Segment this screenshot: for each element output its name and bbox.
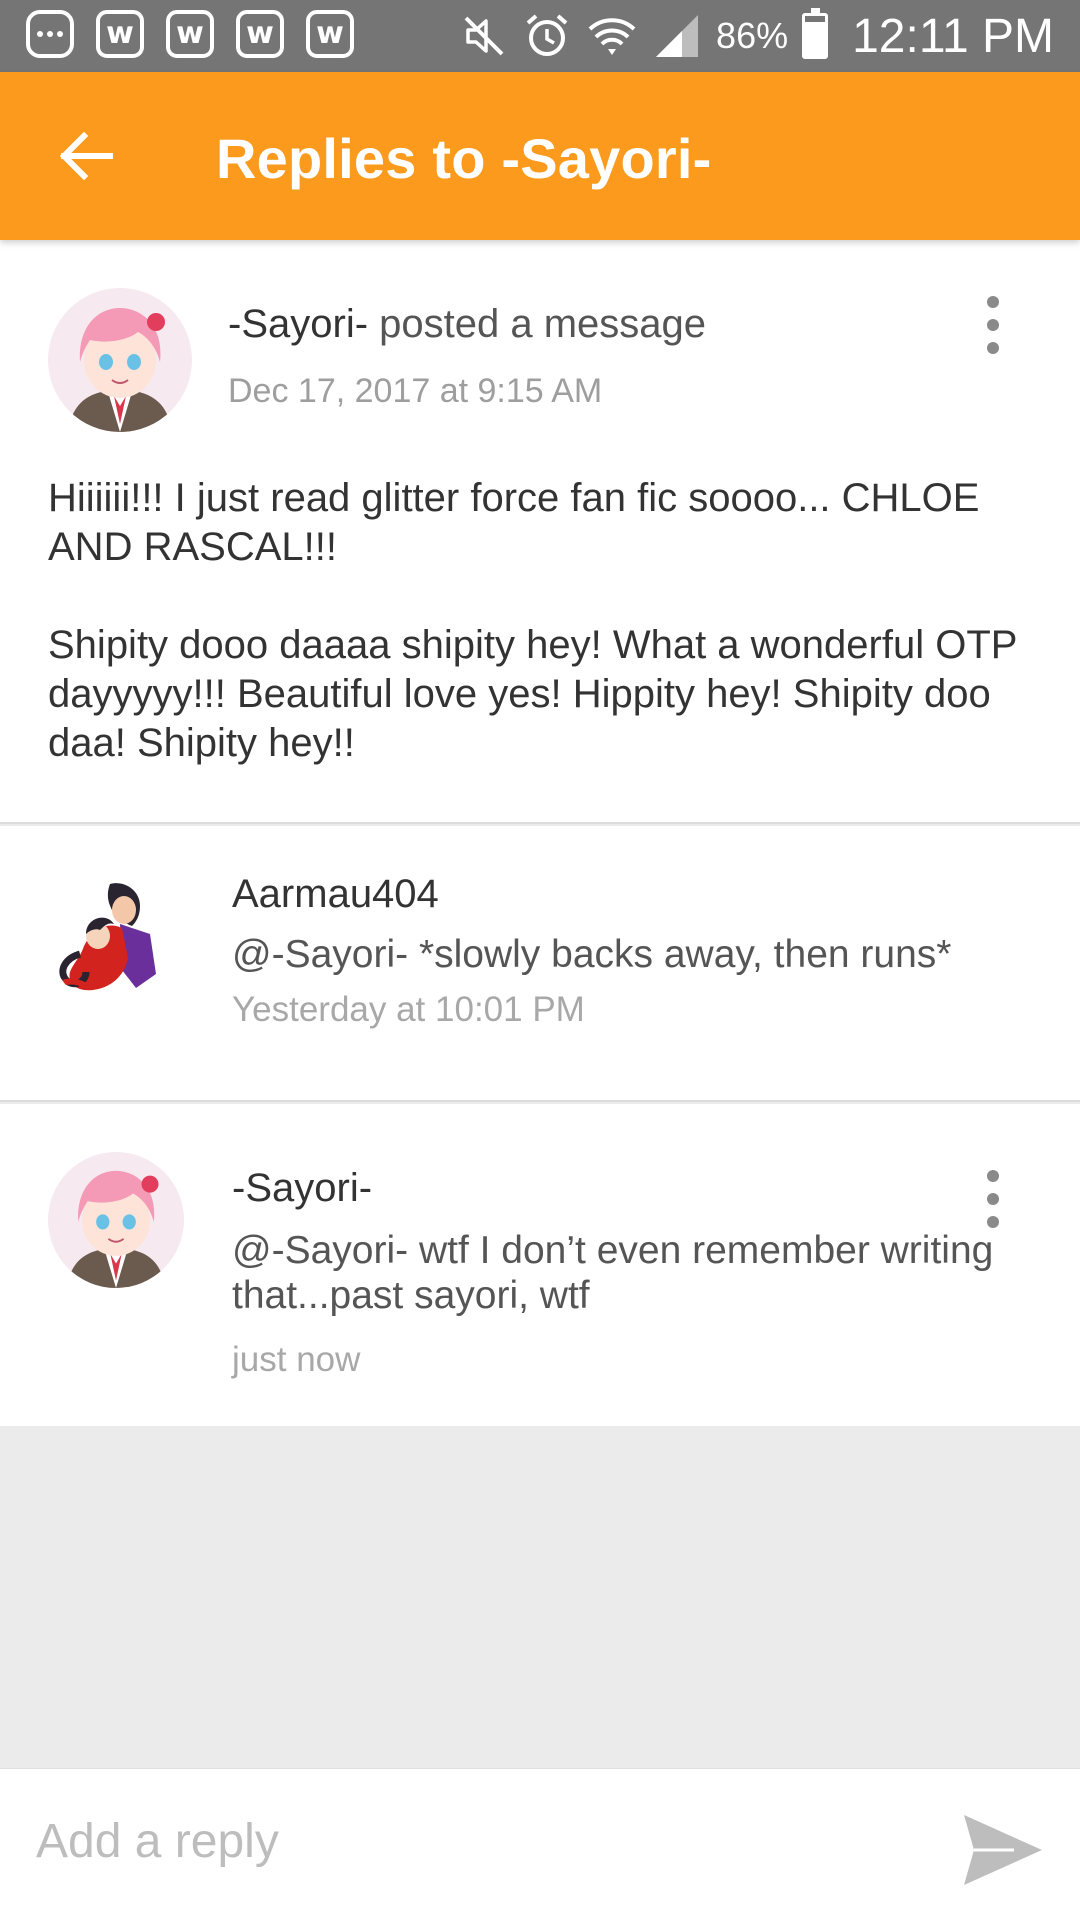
send-button[interactable] xyxy=(960,1807,1046,1893)
avatar[interactable] xyxy=(48,288,192,432)
send-icon xyxy=(964,1815,1042,1885)
more-vert-icon xyxy=(987,296,999,308)
battery-icon xyxy=(802,8,829,59)
reply-username[interactable]: -Sayori- xyxy=(232,1166,372,1211)
reply-timestamp: just now xyxy=(232,1340,361,1379)
status-right: 86% 12:11 PM xyxy=(460,6,1054,66)
post-header: -Sayori- posted a message xyxy=(228,302,706,347)
page-title: Replies to -Sayori- xyxy=(216,127,712,190)
post-paragraph: Hiiiiii!!! I just read glitter force fan… xyxy=(48,476,980,569)
battery-percent: 86% xyxy=(716,15,789,56)
reply-username[interactable]: Aarmau404 xyxy=(232,872,439,917)
webtoon-icon: w xyxy=(96,10,144,58)
post-body: Hiiiiii!!! I just read glitter force fan… xyxy=(48,474,1038,768)
avatar[interactable] xyxy=(50,876,182,1008)
post-timestamp: Dec 17, 2017 at 9:15 AM xyxy=(228,372,603,410)
reply-text: @-Sayori- wtf I don’t even remember writ… xyxy=(232,1229,994,1317)
thread: -Sayori- posted a message Dec 17, 2017 a… xyxy=(0,240,1080,1426)
avatar[interactable] xyxy=(48,1152,184,1288)
reply-input[interactable] xyxy=(36,1791,916,1891)
reply-item: Aarmau404 @-Sayori- *slowly backs away, … xyxy=(0,826,1080,1102)
post-more-options-button[interactable] xyxy=(973,290,1013,360)
signal-icon xyxy=(656,15,699,57)
reply-composer xyxy=(0,1768,1080,1920)
more-notifications-icon xyxy=(26,10,74,58)
status-bar: w w w w 86% 12:11 PM xyxy=(0,0,1080,72)
app-bar: Replies to -Sayori- xyxy=(0,72,1080,240)
reply-item: -Sayori- @-Sayori- wtf I don’t even reme… xyxy=(0,1104,1080,1426)
mute-icon xyxy=(464,16,504,56)
reply-timestamp: Yesterday at 10:01 PM xyxy=(232,990,585,1029)
webtoon-icon: w xyxy=(306,10,354,58)
notification-icons: w w w w xyxy=(26,10,354,58)
post-paragraph: Shipity dooo daaaa shipity hey! What a w… xyxy=(48,623,1017,765)
clock: 12:11 PM xyxy=(852,9,1054,63)
alarm-icon xyxy=(526,14,568,56)
back-button[interactable] xyxy=(52,122,120,190)
reply-more-options-button[interactable] xyxy=(973,1164,1013,1234)
reply-text: @-Sayori- *slowly backs away, then runs* xyxy=(232,933,952,976)
original-post: -Sayori- posted a message Dec 17, 2017 a… xyxy=(0,240,1080,824)
webtoon-icon: w xyxy=(166,10,214,58)
webtoon-icon: w xyxy=(236,10,284,58)
post-action: posted a message xyxy=(368,302,707,346)
more-vert-icon xyxy=(987,1170,999,1182)
arrow-left-icon xyxy=(59,132,113,180)
post-username[interactable]: -Sayori- xyxy=(228,302,368,346)
wifi-icon xyxy=(588,18,636,55)
